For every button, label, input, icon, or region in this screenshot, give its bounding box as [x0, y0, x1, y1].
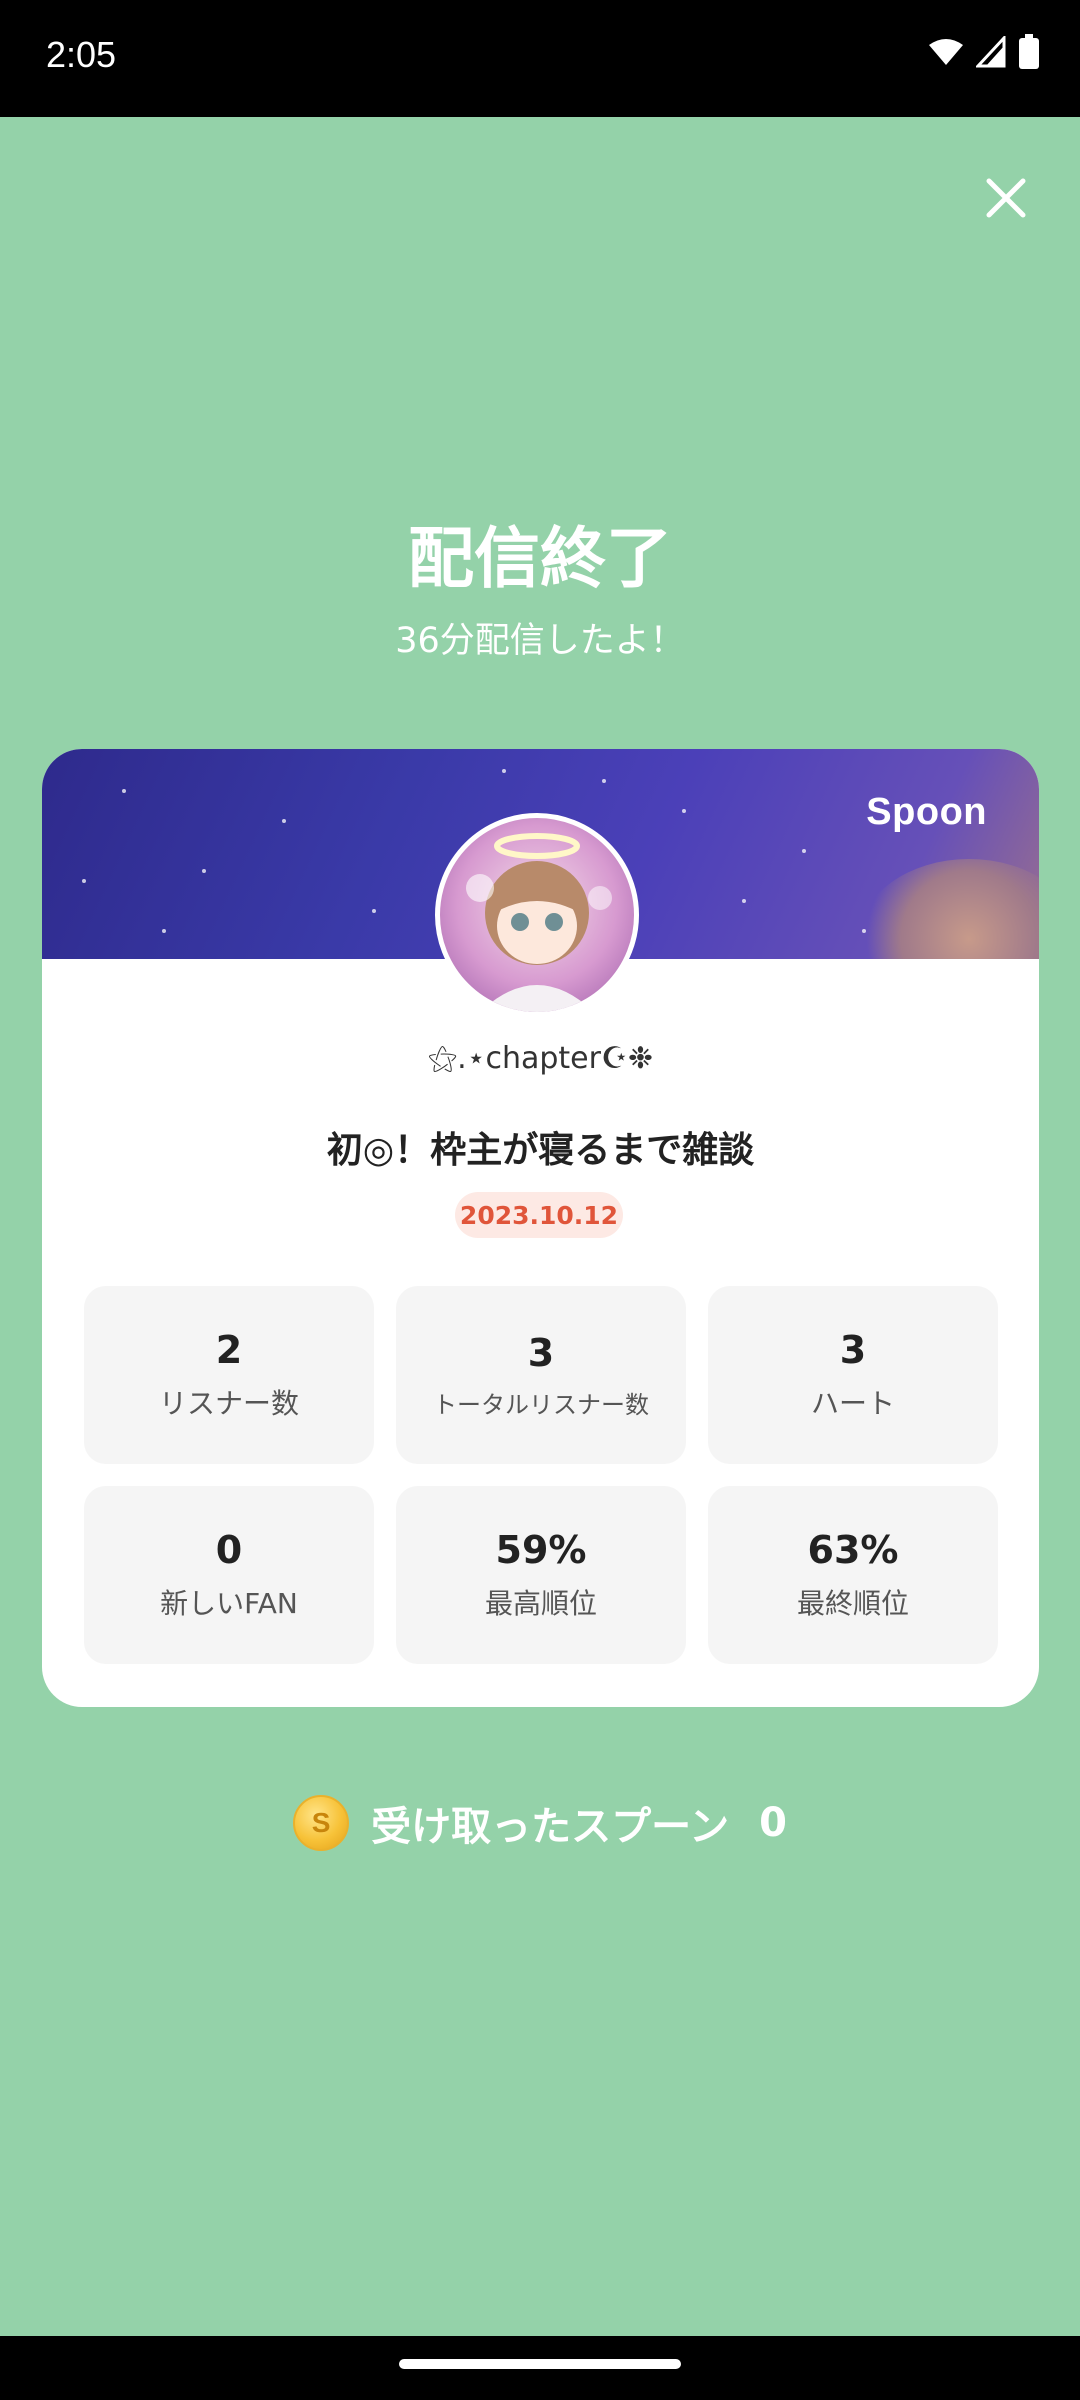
spoon-coin-icon: S [293, 1795, 350, 1851]
stat-label: 新しいFAN [160, 1587, 298, 1620]
stat-final-rank: 63% 最終順位 [708, 1486, 998, 1664]
spoon-logo: Spoon [866, 791, 987, 833]
received-spoons-label: 受け取ったスプーン [371, 1804, 730, 1850]
close-button[interactable] [980, 172, 1032, 224]
broadcast-duration: 36分配信したよ！ [395, 621, 685, 661]
cell-signal-icon [976, 36, 1006, 68]
avatar [435, 813, 639, 1017]
wifi-icon [929, 39, 963, 65]
stat-label: リスナー数 [158, 1387, 299, 1420]
received-spoons-count: 0 [759, 1800, 787, 1846]
stat-listeners: 2 リスナー数 [84, 1286, 374, 1464]
home-gesture-handle[interactable] [399, 2359, 681, 2369]
broadcaster-name: ⚝.⋆chapter☪❉ [428, 1041, 653, 1076]
stat-value: 3 [527, 1330, 555, 1375]
stat-label: ハート [810, 1387, 895, 1420]
stat-best-rank: 59% 最高順位 [396, 1486, 686, 1664]
stat-label: トータルリスナー数 [433, 1390, 649, 1419]
received-spoons: S 受け取ったスプーン 0 [0, 1794, 1080, 1852]
close-icon [986, 178, 1026, 218]
stat-value: 59% [495, 1528, 587, 1572]
stat-value: 63% [807, 1528, 899, 1572]
stat-value: 3 [839, 1328, 867, 1372]
stat-label: 最終順位 [796, 1587, 909, 1620]
stat-value: 2 [215, 1328, 243, 1372]
page-title: 配信終了 [408, 520, 672, 597]
status-icons [928, 34, 1040, 70]
broadcast-summary-card: Spoon ⚝.⋆chapter☪❉ 初◎！枠主が寝るまで雑談 2023.10.… [42, 749, 1039, 1707]
status-time: 2:05 [46, 34, 117, 75]
stat-new-fans: 0 新しいFAN [84, 1486, 374, 1664]
stat-value: 0 [215, 1528, 243, 1572]
status-bar: 2:05 [0, 0, 1080, 117]
stats-grid: 2 リスナー数 3 トータルリスナー数 3 ハート 0 新しいFAN 59% 最… [84, 1286, 998, 1664]
stat-label: 最高順位 [484, 1587, 597, 1620]
battery-icon [1019, 34, 1039, 69]
stat-total-listeners: 3 トータルリスナー数 [396, 1286, 686, 1464]
broadcast-title: 初◎！枠主が寝るまで雑談 [326, 1130, 755, 1171]
stat-hearts: 3 ハート [708, 1286, 998, 1464]
date-badge: 2023.10.12 [455, 1192, 623, 1238]
